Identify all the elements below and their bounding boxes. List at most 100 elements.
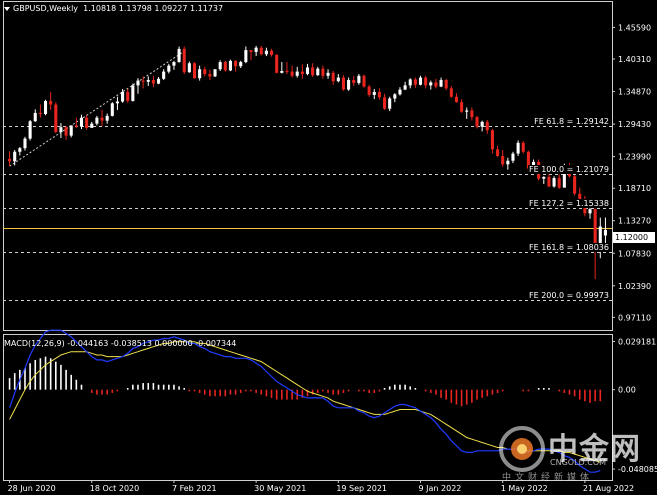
- candle-bear: [54, 104, 58, 133]
- candle-bear: [434, 82, 438, 87]
- price-tick-label: 1.18710: [618, 184, 651, 193]
- candle-bull: [429, 82, 433, 86]
- candle-bear: [85, 117, 89, 128]
- candle-bear: [141, 80, 145, 82]
- candle-bear: [475, 117, 479, 127]
- candle-bull: [95, 117, 99, 124]
- candle-bull: [228, 60, 232, 71]
- candle-bull: [105, 115, 109, 121]
- candle-bear: [270, 50, 274, 55]
- price-tick-label: 1.13270: [618, 217, 651, 226]
- candle-bull: [69, 125, 73, 136]
- candle-bull: [146, 79, 150, 82]
- candle-bear: [490, 130, 494, 150]
- candle-bull: [357, 75, 361, 83]
- price-tick-label: 1.23990: [618, 153, 651, 162]
- candle-bull: [480, 121, 484, 127]
- candle-bear: [300, 71, 304, 75]
- candle-bear: [249, 50, 253, 52]
- candle-bull: [326, 72, 330, 76]
- candle-bear: [192, 63, 197, 79]
- candle-bull: [110, 103, 114, 116]
- candle-bear: [182, 48, 186, 73]
- candle-bear: [203, 69, 207, 75]
- chevron-down-icon[interactable]: [4, 6, 10, 11]
- candle-bear: [377, 91, 381, 98]
- macd-header[interactable]: MACD(12,26,9) -0.044163 -0.038513 0.0000…: [4, 339, 236, 348]
- candle-bull: [43, 100, 48, 115]
- candle-bull: [13, 151, 17, 162]
- candle-bear: [151, 79, 155, 84]
- time-tick-label: 9 Jan 2022: [419, 484, 462, 493]
- candle-bull: [79, 117, 84, 127]
- candle-bear: [547, 176, 551, 187]
- candle-bull: [465, 110, 469, 112]
- candle-bull: [439, 79, 443, 87]
- candle-bear: [424, 77, 428, 86]
- watermark-domain: CNGOLD.COM: [550, 458, 607, 467]
- candle-bear: [234, 60, 238, 67]
- candle-bull: [187, 63, 191, 73]
- macd-label: MACD(12,26,9) -0.044163 -0.038513 0.0000…: [4, 339, 237, 348]
- candle-bull: [136, 80, 140, 86]
- candle-bear: [460, 102, 464, 112]
- cngold-logo-icon: [499, 426, 545, 472]
- price-tick-label: 0.97110: [618, 313, 651, 322]
- candle-bear: [501, 155, 505, 165]
- time-tick-label: 1 May 2022: [501, 484, 548, 493]
- watermark-tagline: 中文财经新媒体: [502, 473, 594, 483]
- candle-bull: [59, 127, 63, 133]
- fib-label: FE 100.0 = 1.21079: [528, 164, 610, 174]
- candle-bull: [90, 123, 94, 128]
- time-tick-label: 28 Jun 2020: [8, 484, 56, 493]
- candle-bear: [275, 54, 279, 73]
- candle-bull: [398, 89, 402, 95]
- candle-bull: [418, 77, 423, 85]
- candle-bull: [511, 153, 515, 161]
- candle-bear: [223, 62, 227, 71]
- candle-bear: [352, 79, 356, 83]
- candle-bull: [347, 79, 351, 90]
- candle-bull: [254, 47, 258, 52]
- candle-bull: [23, 138, 27, 149]
- candle-bull: [156, 78, 161, 84]
- price-tick-label: 1.07830: [618, 249, 651, 258]
- candle-bull: [131, 85, 135, 101]
- candle-bull: [372, 91, 376, 95]
- candle-bear: [208, 74, 212, 77]
- candle-bear: [383, 97, 387, 109]
- candle-bull: [239, 62, 243, 67]
- candle-bull: [264, 50, 268, 55]
- candle-bull: [28, 121, 32, 139]
- candle-bull: [588, 209, 592, 214]
- candle-bull: [336, 77, 340, 82]
- candle-bull: [280, 71, 284, 73]
- candle-bull: [603, 229, 607, 236]
- candle-bull: [305, 67, 310, 75]
- candle-bear: [126, 91, 130, 101]
- macd-tick-label: 0.00: [618, 386, 636, 395]
- candle-bull: [295, 71, 299, 76]
- time-tick-label: 19 Sep 2021: [336, 484, 387, 493]
- candle-bull: [167, 65, 171, 72]
- candle-bear: [74, 125, 78, 127]
- candle-bear: [290, 71, 294, 76]
- candle-bull: [552, 178, 556, 187]
- candle-bull: [213, 69, 217, 77]
- macd-tick-label: 0.029181: [618, 337, 656, 346]
- time-tick-label: 30 May 2021: [254, 484, 306, 493]
- candle-bear: [413, 79, 417, 85]
- candle-bear: [485, 121, 489, 131]
- fib-label: FE 200.0 = 0.99973: [528, 290, 610, 300]
- candle-bear: [496, 149, 500, 156]
- candle-bear: [259, 47, 263, 55]
- ohlc-values: 1.10818 1.13798 1.09227 1.11737: [83, 4, 224, 13]
- fib-label: FE 61.8 = 1.29142: [533, 116, 610, 126]
- chart-header[interactable]: GBPUSD,Weekly 1.10818 1.13798 1.09227 1.…: [4, 4, 223, 13]
- time-tick-label: 18 Oct 2020: [90, 484, 139, 493]
- candle-bull: [516, 142, 520, 154]
- candle-bear: [362, 75, 366, 87]
- candle-bull: [33, 112, 37, 122]
- fib-label: FE 127.2 = 1.15338: [528, 198, 610, 208]
- candle-bear: [285, 71, 289, 73]
